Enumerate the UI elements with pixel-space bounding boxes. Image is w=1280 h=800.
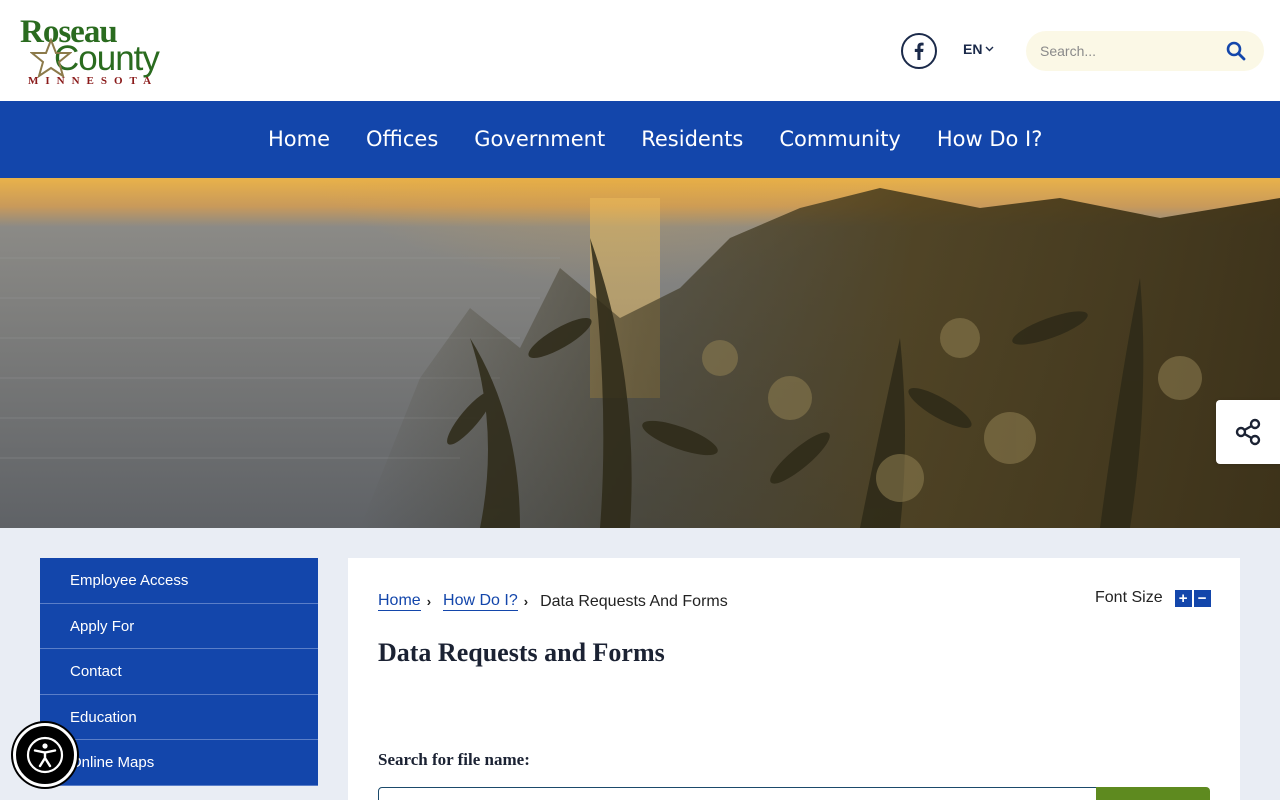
sidebar-item-online-maps[interactable]: Online Maps (40, 740, 318, 786)
nav-residents[interactable]: Residents (623, 101, 761, 178)
hero-banner (0, 178, 1280, 528)
breadcrumb: Home › How Do I? › Data Requests And For… (378, 592, 728, 611)
county-logo[interactable]: Roseau County MINNESOTA (18, 14, 190, 88)
sidebar-menu: Employee Access Apply For Contact Educat… (40, 558, 318, 786)
facebook-icon (914, 42, 924, 60)
share-button[interactable] (1216, 400, 1280, 464)
main-navigation: Home Offices Government Residents Commun… (0, 101, 1280, 178)
page-title: Data Requests and Forms (378, 638, 665, 667)
star-icon (30, 38, 72, 78)
sidebar-item-education[interactable]: Education (40, 695, 318, 740)
sunset-lake-image (0, 178, 1280, 528)
nav-government[interactable]: Government (456, 101, 623, 178)
chevron-right-icon: › (523, 594, 529, 609)
breadcrumb-how-do-i[interactable]: How Do I? (443, 592, 518, 611)
site-header: Roseau County MINNESOTA EN (0, 0, 1280, 101)
font-increase-button[interactable]: + (1174, 589, 1192, 607)
language-label: EN (963, 41, 983, 57)
main-content: Home › How Do I? › Data Requests And For… (348, 558, 1240, 800)
accessibility-icon (26, 736, 64, 774)
site-search (1026, 31, 1264, 71)
breadcrumb-home[interactable]: Home (378, 592, 421, 611)
nav-offices[interactable]: Offices (348, 101, 456, 178)
file-name-input[interactable] (378, 787, 1098, 800)
file-search-button[interactable] (1096, 787, 1210, 800)
sidebar-item-apply-for[interactable]: Apply For (40, 604, 318, 649)
sidebar-item-employee-access[interactable]: Employee Access (40, 558, 318, 604)
font-decrease-button[interactable]: − (1193, 589, 1211, 607)
chevron-down-icon (985, 46, 994, 52)
logo-state: MINNESOTA (28, 75, 159, 87)
nav-how-do-i[interactable]: How Do I? (919, 101, 1061, 178)
nav-community[interactable]: Community (761, 101, 919, 178)
nav-home[interactable]: Home (250, 101, 348, 178)
sidebar-item-contact[interactable]: Contact (40, 649, 318, 695)
font-size-control: Font Size + − (1095, 589, 1211, 607)
breadcrumb-current: Data Requests And Forms (540, 592, 728, 610)
language-selector[interactable]: EN (963, 41, 994, 57)
share-icon (1235, 418, 1261, 446)
chevron-right-icon: › (426, 594, 432, 609)
search-input[interactable] (1040, 41, 1210, 61)
font-size-label: Font Size (1095, 589, 1163, 606)
search-icon[interactable] (1226, 41, 1246, 61)
facebook-button[interactable] (901, 33, 937, 69)
file-search-label: Search for file name: (378, 750, 530, 769)
accessibility-button[interactable] (13, 723, 77, 787)
